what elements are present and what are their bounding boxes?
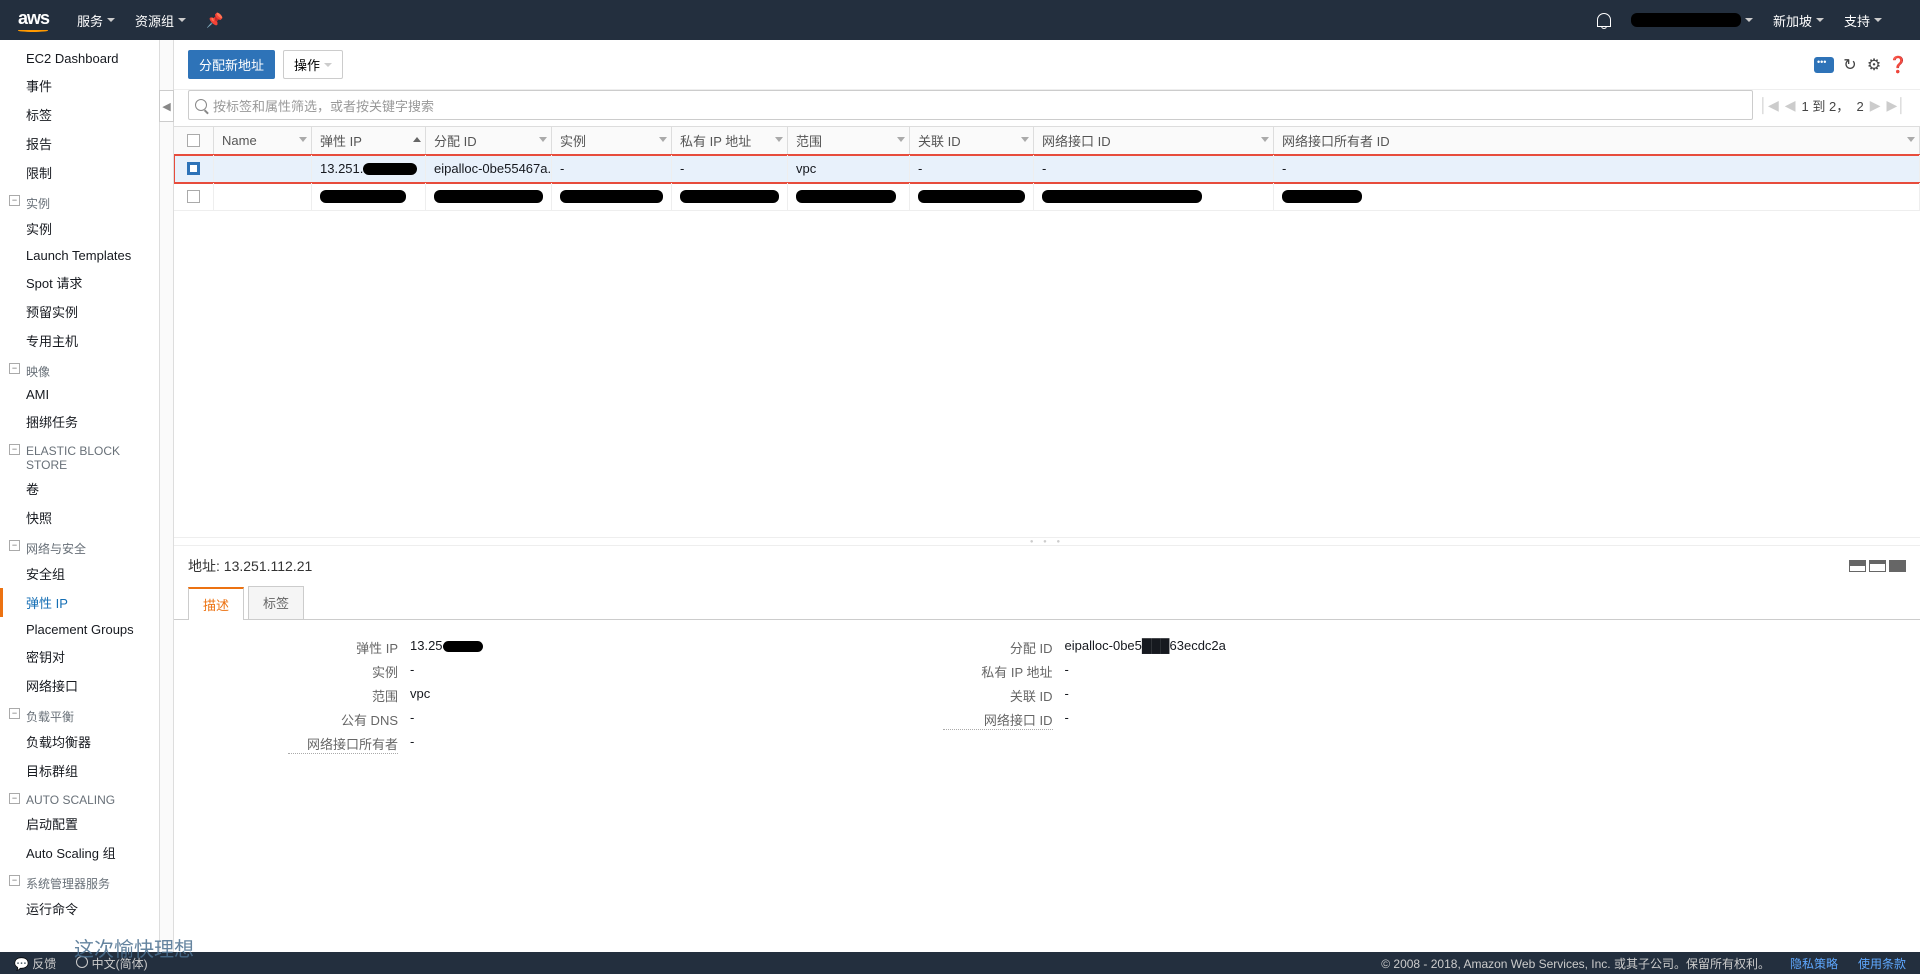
- sidebar-section-lb[interactable]: −负载平衡: [0, 700, 159, 727]
- sidebar-dashboard[interactable]: EC2 Dashboard: [0, 46, 159, 71]
- col-elastic-ip[interactable]: 弹性 IP: [312, 127, 426, 154]
- pane-mode-split[interactable]: [1849, 560, 1866, 572]
- sidebar-load-balancers[interactable]: 负载均衡器: [0, 727, 159, 756]
- help-icon[interactable]: ❓: [1890, 57, 1906, 73]
- sidebar-section-netsec[interactable]: −网络与安全: [0, 532, 159, 559]
- settings-icon[interactable]: ⚙: [1866, 57, 1882, 73]
- col-eni-id[interactable]: 网络接口 ID: [1034, 127, 1274, 154]
- col-instance[interactable]: 实例: [552, 127, 672, 154]
- sidebar-limits[interactable]: 限制: [0, 158, 159, 187]
- sidebar-bundle-tasks[interactable]: 捆绑任务: [0, 407, 159, 436]
- col-private-ip[interactable]: 私有 IP 地址: [672, 127, 788, 154]
- sidebar-elastic-ip[interactable]: 弹性 IP: [0, 588, 159, 617]
- tab-description[interactable]: 描述: [188, 587, 244, 620]
- footer-feedback[interactable]: 💬 反馈: [14, 955, 56, 972]
- sidebar-section-images[interactable]: −映像: [0, 355, 159, 382]
- pane-mode-full[interactable]: [1889, 560, 1906, 572]
- row-checkbox[interactable]: [187, 190, 200, 203]
- sidebar-security-groups[interactable]: 安全组: [0, 559, 159, 588]
- page-first-button[interactable]: │◀: [1759, 97, 1779, 114]
- table-header: Name 弹性 IP 分配 ID 实例 私有 IP 地址 范围 关联 ID 网络…: [174, 127, 1920, 155]
- nav-support[interactable]: 支持: [1844, 11, 1882, 30]
- select-all-checkbox[interactable]: [187, 134, 200, 147]
- sidebar-network-interfaces[interactable]: 网络接口: [0, 671, 159, 700]
- sidebar: EC2 Dashboard 事件 标签 报告 限制 −实例 实例 Launch …: [0, 40, 160, 952]
- pagination: │◀ ◀ 1 到 2， 2 ▶ ▶│: [1759, 90, 1906, 120]
- refresh-icon[interactable]: ↻: [1842, 57, 1858, 73]
- col-allocation-id[interactable]: 分配 ID: [426, 127, 552, 154]
- actions-button[interactable]: 操作: [283, 50, 343, 79]
- sidebar-events[interactable]: 事件: [0, 71, 159, 100]
- sidebar-keypairs[interactable]: 密钥对: [0, 642, 159, 671]
- page-range: 1 到 2， 2: [1802, 96, 1864, 115]
- search-icon: [195, 99, 207, 111]
- sidebar-launch-configs[interactable]: 启动配置: [0, 809, 159, 838]
- search-input[interactable]: 按标签和属性筛选，或者按关键字搜索: [188, 90, 1753, 120]
- sidebar-collapse-button[interactable]: ◀: [159, 90, 174, 122]
- footer-terms[interactable]: 使用条款: [1858, 955, 1906, 972]
- nav-account-menu[interactable]: [1631, 13, 1753, 27]
- pane-mode-bottom[interactable]: [1869, 560, 1886, 572]
- nav-resource-groups[interactable]: 资源组: [135, 11, 186, 30]
- page-prev-button[interactable]: ◀: [1785, 97, 1796, 114]
- sidebar-volumes[interactable]: 卷: [0, 474, 159, 503]
- sidebar-snapshots[interactable]: 快照: [0, 503, 159, 532]
- sidebar-dedicated-hosts[interactable]: 专用主机: [0, 326, 159, 355]
- sidebar-spot[interactable]: Spot 请求: [0, 268, 159, 297]
- feedback-icon[interactable]: [1814, 57, 1834, 73]
- sidebar-launch-templates[interactable]: Launch Templates: [0, 243, 159, 268]
- page-last-button[interactable]: ▶│: [1886, 97, 1906, 114]
- sidebar-instances[interactable]: 实例: [0, 214, 159, 243]
- detail-title: 地址: 13.251.112.21: [188, 556, 312, 576]
- search-placeholder: 按标签和属性筛选，或者按关键字搜索: [213, 96, 434, 115]
- sidebar-reserved[interactable]: 预留实例: [0, 297, 159, 326]
- tab-tags[interactable]: 标签: [248, 586, 304, 619]
- sidebar-target-groups[interactable]: 目标群组: [0, 756, 159, 785]
- global-nav: aws 服务 资源组 📌 新加坡 支持: [0, 0, 1920, 40]
- table-row[interactable]: 13.251. eipalloc-0be55467a... - - vpc - …: [174, 155, 1920, 183]
- col-name[interactable]: Name: [214, 127, 312, 154]
- col-eni-owner[interactable]: 网络接口所有者 ID: [1274, 127, 1920, 154]
- sidebar-placement-groups[interactable]: Placement Groups: [0, 617, 159, 642]
- eip-table: Name 弹性 IP 分配 ID 实例 私有 IP 地址 范围 关联 ID 网络…: [174, 126, 1920, 211]
- sidebar-run-command[interactable]: 运行命令: [0, 894, 159, 923]
- pane-drag-handle[interactable]: ● ● ●: [174, 537, 1920, 545]
- footer-privacy[interactable]: 隐私策略: [1790, 955, 1838, 972]
- sidebar-ami[interactable]: AMI: [0, 382, 159, 407]
- aws-logo[interactable]: aws: [18, 8, 49, 32]
- col-scope[interactable]: 范围: [788, 127, 910, 154]
- table-row[interactable]: [174, 183, 1920, 211]
- sidebar-reports[interactable]: 报告: [0, 129, 159, 158]
- sidebar-section-autoscaling[interactable]: −AUTO SCALING: [0, 785, 159, 809]
- nav-notifications-icon[interactable]: [1597, 13, 1611, 27]
- allocate-address-button[interactable]: 分配新地址: [188, 50, 275, 79]
- row-checkbox[interactable]: [187, 162, 200, 175]
- nav-region[interactable]: 新加坡: [1773, 11, 1824, 30]
- sidebar-section-ebs[interactable]: −ELASTIC BLOCK STORE: [0, 436, 159, 474]
- page-next-button[interactable]: ▶: [1870, 97, 1881, 114]
- nav-services[interactable]: 服务: [77, 11, 115, 30]
- sidebar-collapse-strip: ◀: [160, 40, 174, 952]
- sidebar-section-ssm[interactable]: −系统管理器服务: [0, 867, 159, 894]
- sidebar-section-instances[interactable]: −实例: [0, 187, 159, 214]
- footer: 💬 反馈 中文(简体) © 2008 - 2018, Amazon Web Se…: [0, 952, 1920, 974]
- footer-copyright: © 2008 - 2018, Amazon Web Services, Inc.…: [1381, 955, 1770, 972]
- sidebar-tags[interactable]: 标签: [0, 100, 159, 129]
- sidebar-asg[interactable]: Auto Scaling 组: [0, 838, 159, 867]
- nav-pin-icon[interactable]: 📌: [206, 12, 223, 29]
- col-association-id[interactable]: 关联 ID: [910, 127, 1034, 154]
- footer-language[interactable]: 中文(简体): [76, 955, 147, 972]
